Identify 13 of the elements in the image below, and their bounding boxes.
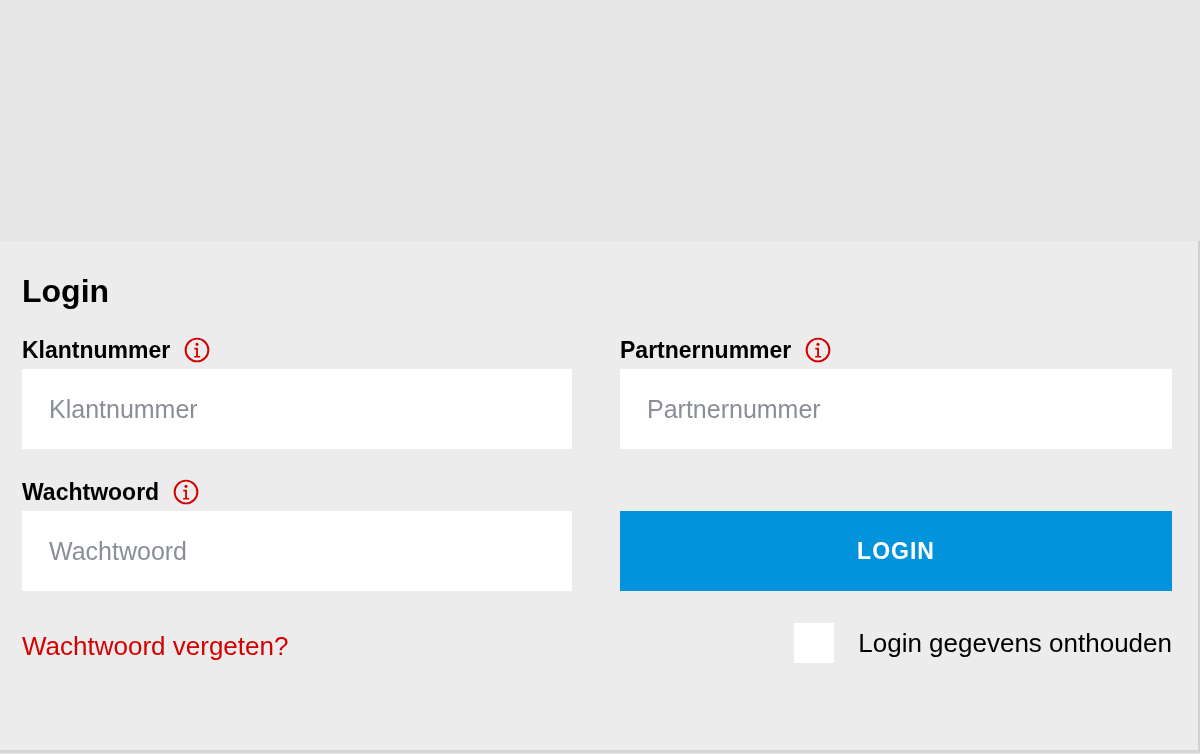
info-icon[interactable]: [173, 479, 200, 505]
info-icon[interactable]: [184, 337, 211, 363]
input-field[interactable]: Partnernummer: [620, 369, 1172, 449]
login-button[interactable]: LOGIN: [620, 511, 1172, 591]
field-label: Klantnummer: [22, 336, 171, 364]
field-label: Wachtwoord: [22, 478, 160, 506]
info-icon[interactable]: [805, 337, 832, 363]
field-label: Partnernummer: [620, 336, 792, 364]
forgot-password-link[interactable]: Wachtwoord vergeten?: [22, 631, 289, 661]
form-title: Login: [22, 272, 111, 311]
input-field[interactable]: Wachtwoord: [22, 511, 572, 591]
input-field[interactable]: Klantnummer: [22, 369, 572, 449]
remember-label: Login gegevens onthouden: [858, 627, 1172, 659]
